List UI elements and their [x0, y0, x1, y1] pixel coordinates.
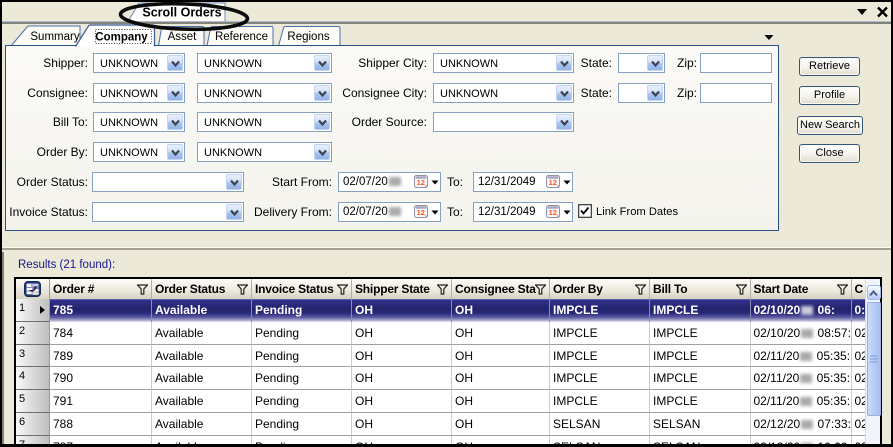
svg-text:12: 12	[417, 208, 425, 217]
svg-text:12: 12	[548, 208, 556, 217]
svg-text:Regions: Regions	[287, 31, 329, 43]
svg-text:12: 12	[548, 178, 556, 187]
svg-text:12: 12	[417, 178, 425, 187]
